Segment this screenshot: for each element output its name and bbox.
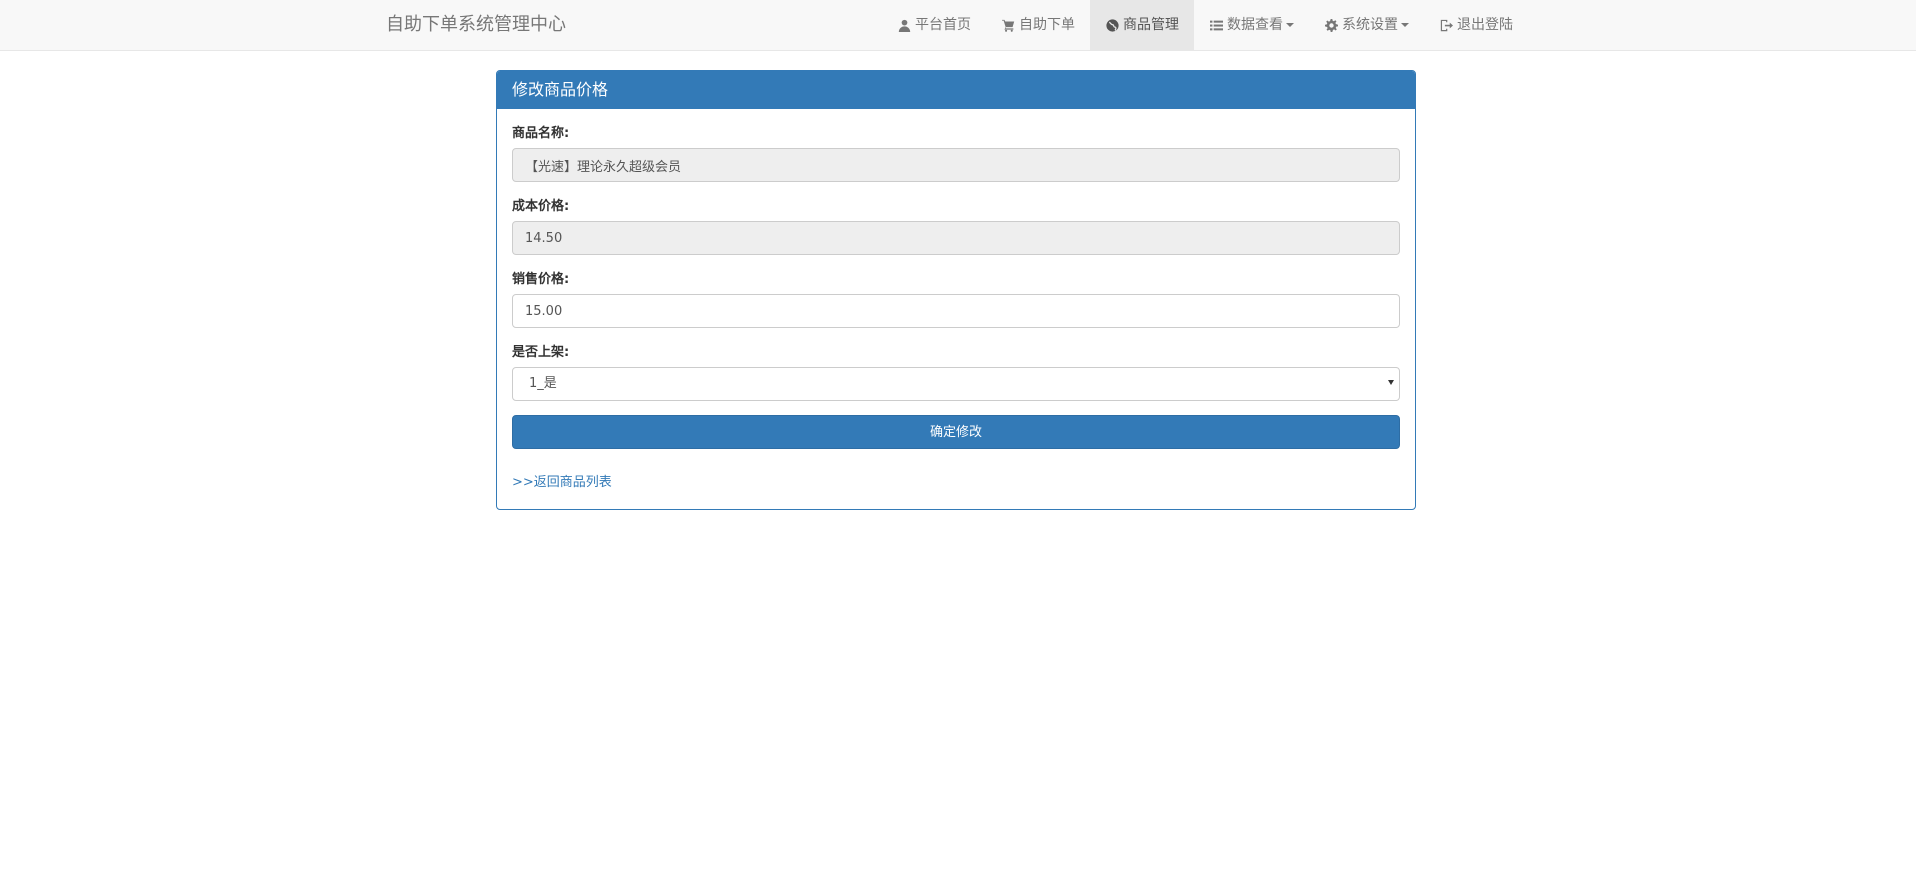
caret-down-icon <box>1286 23 1294 27</box>
nav-item-label: 系统设置 <box>1342 17 1398 33</box>
listed-label: 是否上架: <box>512 345 570 360</box>
nav-item-order[interactable]: 自助下单 <box>986 0 1090 50</box>
nav-item-home[interactable]: 平台首页 <box>882 0 986 50</box>
product-name-field[interactable] <box>512 148 1400 182</box>
listed-select[interactable]: 1_是 <box>512 367 1400 401</box>
nav-item-label: 退出登陆 <box>1457 17 1513 33</box>
product-name-label: 商品名称: <box>512 126 570 141</box>
edit-price-panel: 修改商品价格 商品名称: 成本价格: 销售价格: 是否上架: 1_是 确定修改 … <box>496 70 1416 510</box>
nav-item-label: 平台首页 <box>915 17 971 33</box>
gear-icon <box>1324 18 1338 32</box>
navbar: 自助下单系统管理中心 平台首页 自助下单 商品管理 数据查看 系统设置 退出登陆 <box>0 0 1916 51</box>
sale-price-label: 销售价格: <box>512 272 570 287</box>
globe-icon <box>1105 18 1119 32</box>
panel-title: 修改商品价格 <box>497 71 1415 109</box>
nav-menu: 平台首页 自助下单 商品管理 数据查看 系统设置 退出登陆 <box>882 0 1528 50</box>
nav-item-settings[interactable]: 系统设置 <box>1309 0 1424 50</box>
brand-title[interactable]: 自助下单系统管理中心 <box>386 0 566 50</box>
cost-price-label: 成本价格: <box>512 199 570 214</box>
product-name-group: 商品名称: <box>512 124 1400 182</box>
nav-item-label: 自助下单 <box>1019 17 1075 33</box>
user-icon <box>897 18 911 32</box>
nav-item-label: 数据查看 <box>1227 17 1283 33</box>
cost-price-field[interactable] <box>512 221 1400 255</box>
cost-price-group: 成本价格: <box>512 197 1400 255</box>
caret-down-icon <box>1401 23 1409 27</box>
panel-body: 商品名称: 成本价格: 销售价格: 是否上架: 1_是 确定修改 >>返回商品列… <box>497 109 1415 505</box>
confirm-button[interactable]: 确定修改 <box>512 415 1400 449</box>
listed-group: 是否上架: 1_是 <box>512 343 1400 401</box>
nav-item-logout[interactable]: 退出登陆 <box>1424 0 1528 50</box>
list-icon <box>1209 18 1223 32</box>
dropdown-arrow-icon <box>1388 380 1394 385</box>
logout-icon <box>1439 18 1453 32</box>
sale-price-field[interactable] <box>512 294 1400 328</box>
back-to-list-link[interactable]: >>返回商品列表 <box>512 471 612 490</box>
shopping-cart-icon <box>1001 18 1015 32</box>
nav-item-products[interactable]: 商品管理 <box>1090 0 1194 50</box>
nav-item-data[interactable]: 数据查看 <box>1194 0 1309 50</box>
sale-price-group: 销售价格: <box>512 270 1400 328</box>
nav-item-label: 商品管理 <box>1123 17 1179 33</box>
listed-select-wrapper: 1_是 <box>512 367 1400 401</box>
